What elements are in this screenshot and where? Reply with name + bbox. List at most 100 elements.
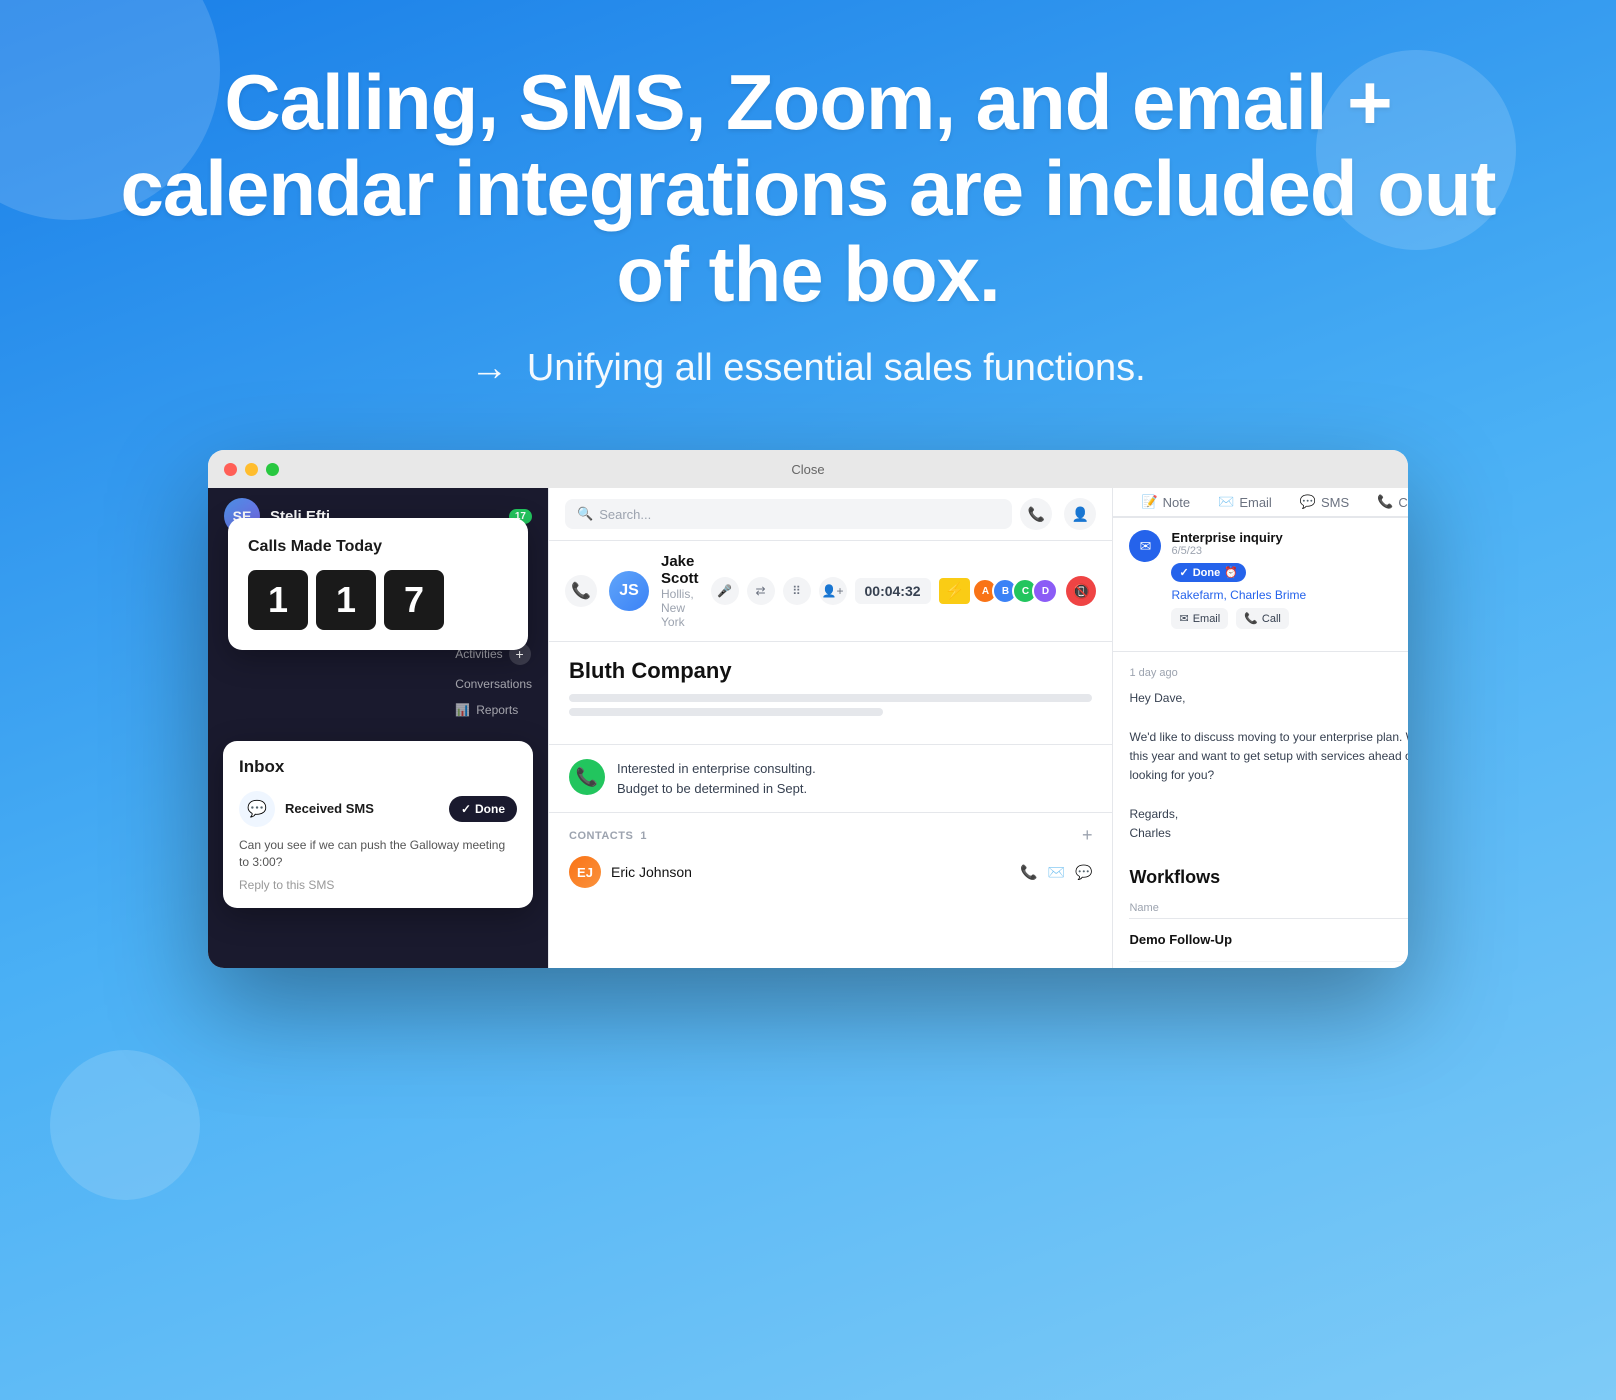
reports-icon: 📊 — [455, 703, 470, 717]
dark-nav-items: Activities + Conversations 📊 Reports — [455, 643, 532, 717]
window-title: Close — [791, 462, 824, 477]
contact-location: Hollis, New York — [661, 587, 699, 629]
account-icon[interactable]: 👤 — [1064, 498, 1096, 530]
digit-1: 1 — [248, 570, 308, 630]
email-mini-button[interactable]: ✉ Email — [1171, 608, 1228, 629]
call-digits: 1 1 7 — [248, 570, 508, 630]
mute-button[interactable]: 🎤 — [711, 577, 739, 605]
call-back-icon[interactable]: 📞 — [565, 575, 597, 607]
call-timer: 00:04:32 — [855, 578, 931, 604]
tab-sms[interactable]: 💬 SMS — [1288, 488, 1361, 516]
enterprise-section: ✉ Enterprise inquiry 6/5/23 ✕ ✓ — [1113, 517, 1408, 651]
call-mini-label: Call — [1262, 613, 1281, 625]
title-bar: Close — [208, 450, 1408, 488]
email-icon: ✉️ — [1218, 494, 1234, 510]
done-button[interactable]: ✓ Done — [449, 796, 517, 822]
lead-icon: 📞 — [569, 759, 605, 795]
search-bar: 🔍 Search... 📞 👤 — [549, 488, 1112, 541]
lead-line-1: Interested in enterprise consulting. — [617, 759, 816, 779]
inbox-item-label: Received SMS — [285, 801, 439, 816]
call-controls: 🎤 ⇄ ⠿ 👤+ 00:04:32 ⚡ A B C D 📵 — [711, 576, 1097, 606]
contact-row: EJ Eric Johnson 📞 ✉️ 💬 — [569, 856, 1092, 888]
call-tab-icon: 📞 — [1377, 494, 1393, 510]
company-name: Bluth Company — [569, 658, 1092, 684]
contact-name: Jake Scott — [661, 553, 699, 587]
left-panel: SE Steli Efti 17 Activities + Conversati… — [208, 488, 548, 968]
done-label: Done — [475, 802, 505, 816]
contacts-label: CONTACTS 1 — [569, 830, 647, 842]
enterprise-title: Enterprise inquiry — [1171, 530, 1282, 545]
email-area: 1 day ago ↩ ⋯ Hey Dave, We'd like to dis… — [1113, 651, 1408, 855]
sms-icon: 💬 — [239, 791, 275, 827]
arrow-icon: → — [470, 347, 508, 389]
participants: A B C D — [978, 578, 1058, 604]
tab-note[interactable]: 📝 Note — [1129, 488, 1202, 516]
done-icon: ✓ — [461, 802, 471, 816]
email-time-ago: 1 day ago — [1129, 667, 1177, 679]
tab-call-label: Call — [1398, 495, 1408, 510]
lead-text: Interested in enterprise consulting. Bud… — [617, 759, 816, 798]
hero-subtitle: → Unifying all essential sales functions… — [80, 347, 1536, 390]
contact-phone-icon[interactable]: 📞 — [1020, 864, 1037, 881]
email-body: Hey Dave, We'd like to discuss moving to… — [1129, 689, 1408, 843]
workflow-title: Workflows — [1129, 867, 1408, 888]
contact-sms-icon[interactable]: 💬 — [1075, 864, 1092, 881]
enterprise-date: 6/5/23 — [1171, 545, 1282, 557]
contact-email-icon[interactable]: ✉️ — [1048, 864, 1065, 881]
email-meta: 1 day ago ↩ ⋯ — [1129, 664, 1408, 681]
add-contact-icon[interactable]: + — [1082, 825, 1093, 846]
contacts-section: CONTACTS 1 + EJ Eric Johnson 📞 ✉️ 💬 — [549, 812, 1112, 900]
tab-call[interactable]: 📞 Call — [1365, 488, 1408, 516]
contact-row-name: Eric Johnson — [611, 864, 1010, 880]
contact-header: 📞 JS Jake Scott Hollis, New York 🎤 ⇄ ⠿ 👤… — [549, 541, 1112, 642]
done-tag: ✓ Done ⏰ — [1171, 563, 1245, 582]
content-line-1 — [569, 694, 1092, 702]
email-mini-label: Email — [1193, 613, 1221, 625]
email-closing: Regards,Charles — [1129, 805, 1408, 843]
search-input[interactable]: 🔍 Search... — [565, 499, 1012, 529]
tab-email-label: Email — [1239, 495, 1272, 510]
phone-icon[interactable]: 📞 — [1020, 498, 1052, 530]
transfer-button[interactable]: ⇄ — [747, 577, 775, 605]
call-mini-icon: 📞 — [1244, 612, 1258, 625]
inbox-item: 💬 Received SMS ✓ Done — [239, 791, 517, 827]
participant-4: D — [1032, 578, 1058, 604]
email-text: We'd like to discuss moving to your ente… — [1129, 728, 1408, 786]
note-icon: 📝 — [1141, 494, 1157, 510]
done-status: Done — [1193, 567, 1221, 579]
contact-avatar: JS — [609, 571, 649, 611]
inbox-title: Inbox — [239, 757, 517, 777]
lead-line-2: Budget to be determined in Sept. — [617, 779, 816, 799]
rakefarm-link[interactable]: Rakefarm, Charles Brime — [1171, 588, 1408, 602]
end-call-button[interactable]: 📵 — [1066, 576, 1096, 606]
tab-email[interactable]: ✉️ Email — [1206, 488, 1284, 516]
call-mini-button[interactable]: 📞 Call — [1236, 608, 1289, 629]
keypad-button[interactable]: ⠿ — [783, 577, 811, 605]
wf-table-header: Name To Do Steps — [1129, 898, 1408, 919]
minimize-button[interactable] — [245, 463, 258, 476]
done-check: ✓ — [1179, 566, 1188, 579]
maximize-button[interactable] — [266, 463, 279, 476]
search-icon: 🔍 — [577, 506, 593, 522]
tab-note-label: Note — [1163, 495, 1190, 510]
nav-reports[interactable]: 📊 Reports — [455, 703, 532, 717]
wf-row-1: Demo Follow-Up ✓ 👤 📞 — [1129, 919, 1408, 962]
contact-info: Jake Scott Hollis, New York — [661, 553, 699, 629]
hero-title: Calling, SMS, Zoom, and email + calendar… — [80, 60, 1536, 317]
traffic-lights — [224, 463, 279, 476]
workflow-table: Workflows Name To Do Steps Demo Follow-U… — [1129, 855, 1408, 969]
close-button[interactable] — [224, 463, 237, 476]
email-body-text-2: looking for you? — [1129, 768, 1214, 782]
app-content: SE Steli Efti 17 Activities + Conversati… — [208, 488, 1408, 968]
middle-panel: 🔍 Search... 📞 👤 📞 JS Jake Scott Hollis, … — [548, 488, 1112, 968]
app-window-wrapper: Close SE Steli Efti 17 Activities + — [0, 450, 1616, 968]
lead-bubble: 📞 Interested in enterprise consulting. B… — [569, 759, 1092, 798]
enterprise-icon: ✉ — [1129, 530, 1161, 562]
enterprise-title-group: Enterprise inquiry 6/5/23 — [1171, 530, 1282, 557]
nav-conversations[interactable]: Conversations — [455, 677, 532, 691]
reply-link[interactable]: Reply to this SMS — [239, 878, 517, 892]
contact-row-icons: 📞 ✉️ 💬 — [1020, 864, 1092, 881]
add-call-button[interactable]: 👤+ — [819, 577, 847, 605]
lead-area: 📞 Interested in enterprise consulting. B… — [549, 745, 1112, 812]
app-window: Close SE Steli Efti 17 Activities + — [208, 450, 1408, 968]
